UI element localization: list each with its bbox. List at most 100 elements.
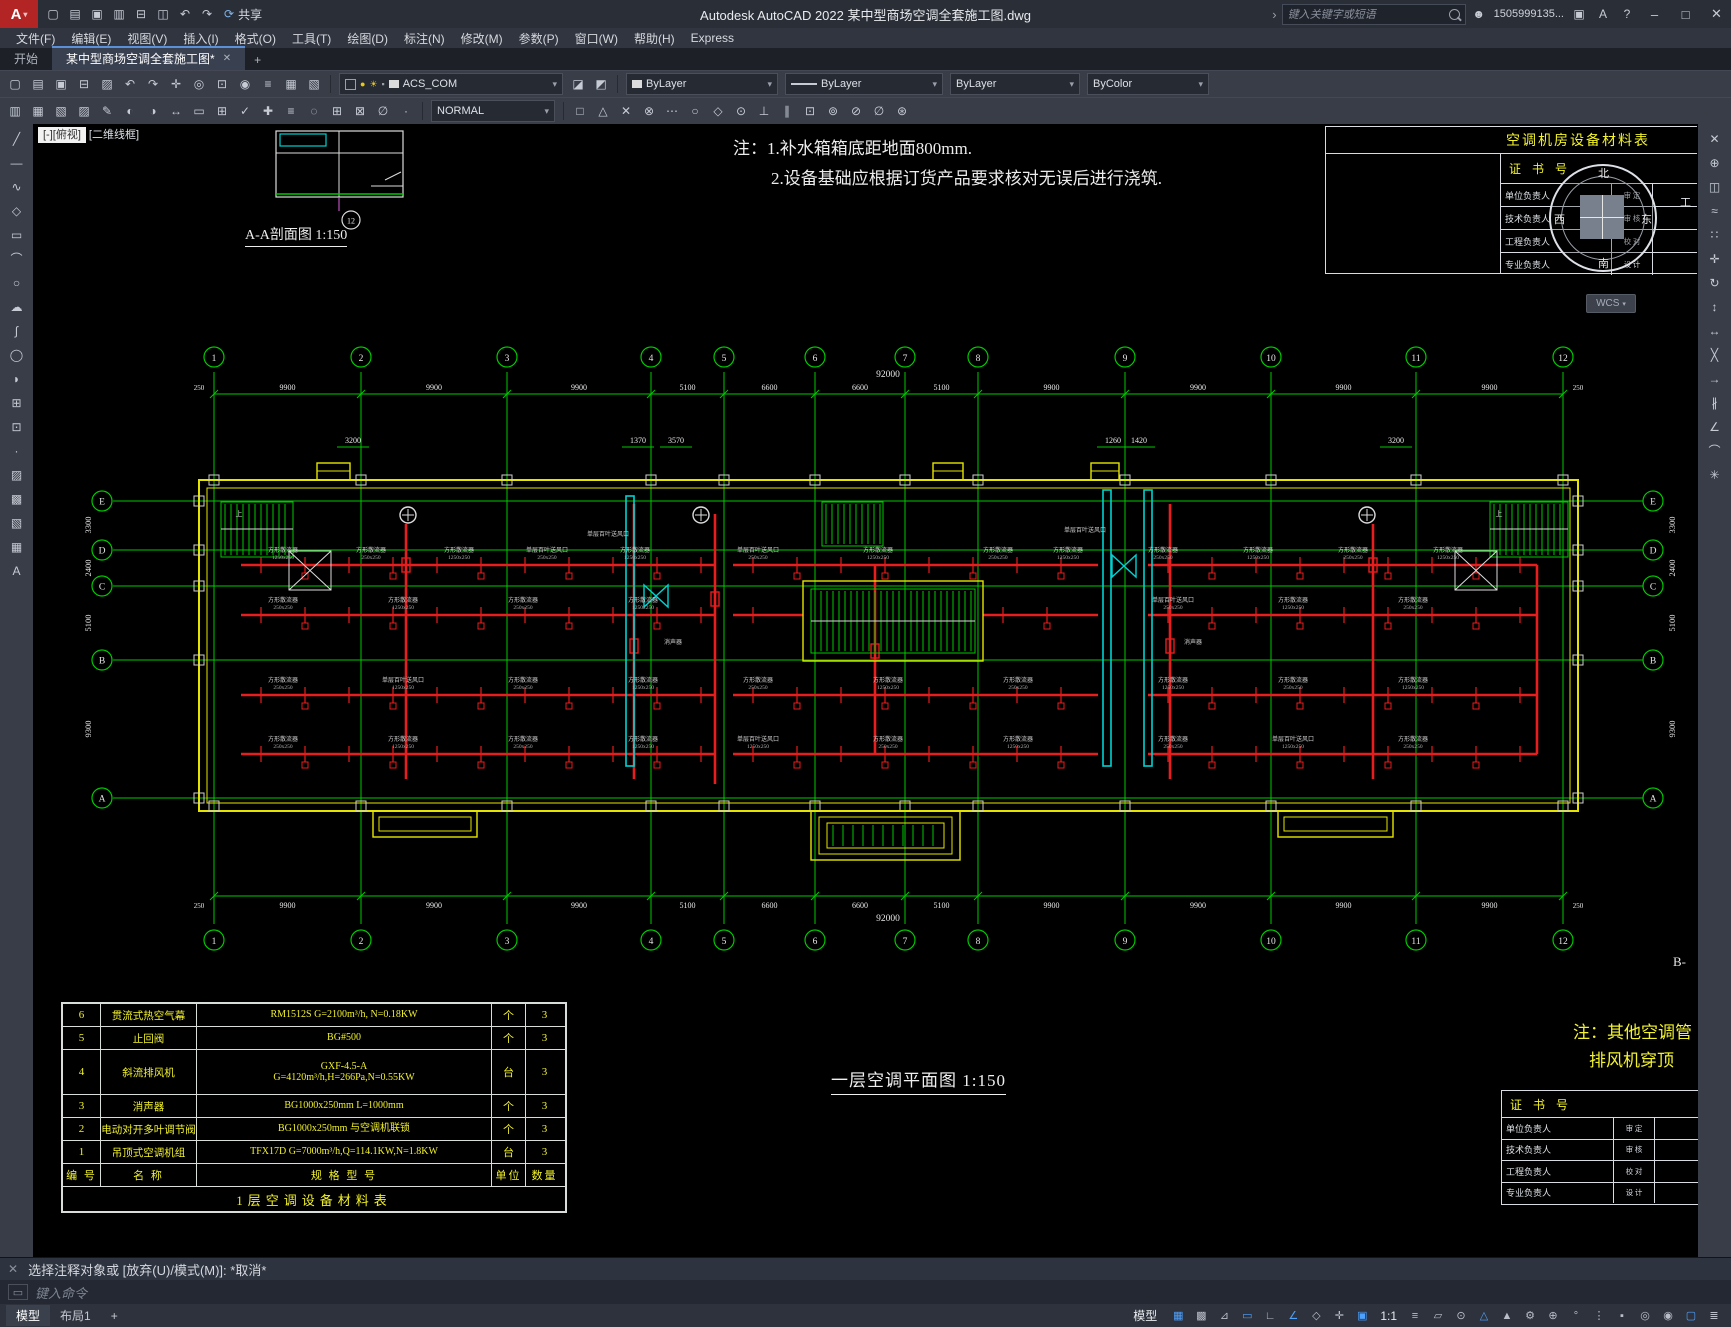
model-space-button[interactable]: 模型 xyxy=(1125,1307,1165,1324)
stretch-icon[interactable]: ↔ xyxy=(1703,320,1727,341)
snap-intersection-icon[interactable]: ✕ xyxy=(615,101,637,122)
transparency-icon[interactable]: ▱ xyxy=(1427,1306,1449,1325)
drawing-canvas[interactable]: 1 1 2 2 3 3 4 4 5 5 6 6 7 7 8 8 9 9 10 10 11 11 12 12 E E D D C C B B A A… xyxy=(33,124,1698,1257)
snap-insertion-icon[interactable]: ⊡ xyxy=(799,101,821,122)
menu-express[interactable]: Express xyxy=(683,31,742,45)
match-properties-icon[interactable]: ▨ xyxy=(96,74,118,95)
snap-apparent-icon[interactable]: ⊗ xyxy=(638,101,660,122)
zoom-realtime-icon[interactable]: ◎ xyxy=(188,74,210,95)
point-style-icon[interactable]: · xyxy=(395,101,417,122)
new-tab-button[interactable]: + xyxy=(245,51,270,70)
line-icon[interactable]: ╱ xyxy=(5,128,29,149)
object-snap-icon[interactable]: ▣ xyxy=(1351,1306,1373,1325)
close-icon[interactable]: ✕ xyxy=(8,1262,18,1276)
infer-constraints-icon[interactable]: ⊿ xyxy=(1213,1306,1235,1325)
menu-parametric[interactable]: 参数(P) xyxy=(511,30,567,47)
menu-tools[interactable]: 工具(T) xyxy=(284,30,339,47)
menu-window[interactable]: 窗口(W) xyxy=(567,30,626,47)
isometric-drafting-icon[interactable]: ◇ xyxy=(1305,1306,1327,1325)
measure-icon[interactable]: ∅ xyxy=(372,101,394,122)
units-icon[interactable]: ° xyxy=(1565,1306,1587,1325)
ungroup-icon[interactable]: ⊠ xyxy=(349,101,371,122)
wcs-indicator[interactable]: WCS ▾ xyxy=(1586,294,1636,313)
command-window[interactable]: ✕ 选择注释对象或 [放弃(U)/模式(M)]: *取消* ▭ 键入命令 xyxy=(0,1257,1731,1304)
snap-node-icon[interactable]: ⊚ xyxy=(822,101,844,122)
layer-previous-icon[interactable]: ◩ xyxy=(590,74,612,95)
snap-none-icon[interactable]: ∅ xyxy=(868,101,890,122)
move-icon[interactable]: ✛ xyxy=(1703,248,1727,269)
tab-close-icon[interactable]: ✕ xyxy=(223,53,231,64)
annotation-visibility-icon[interactable]: △ xyxy=(1473,1306,1495,1325)
annotation-scale-value[interactable]: 1:1 xyxy=(1375,1309,1402,1323)
workspace-icon[interactable]: ⚙ xyxy=(1519,1306,1541,1325)
maximize-button[interactable]: □ xyxy=(1671,0,1700,28)
zoom-previous-icon[interactable]: ◉ xyxy=(234,74,256,95)
color-dropdown[interactable]: ByLayer ▾ xyxy=(626,73,778,95)
gradient-icon[interactable]: ▩ xyxy=(5,488,29,509)
extend-icon[interactable]: → xyxy=(1703,368,1727,389)
redo-icon[interactable]: ↷ xyxy=(196,4,218,25)
search-icon[interactable] xyxy=(1448,8,1460,20)
help-icon[interactable]: ? xyxy=(1616,4,1638,25)
insert-block-icon[interactable]: ⊞ xyxy=(5,392,29,413)
snap-tangent-icon[interactable]: ⊙ xyxy=(730,101,752,122)
lineweight-icon[interactable]: ≡ xyxy=(1404,1306,1426,1325)
expand-icon[interactable]: › xyxy=(1269,7,1279,22)
menu-modify[interactable]: 修改(M) xyxy=(453,30,511,47)
new-file-icon[interactable]: ▢ xyxy=(42,4,64,25)
construction-line-icon[interactable]: — xyxy=(5,152,29,173)
open-file-icon[interactable]: ▤ xyxy=(27,74,49,95)
layer-dropdown[interactable]: ● ☀ ▪ ACS_COM ▾ xyxy=(339,73,563,95)
open-file-icon[interactable]: ▤ xyxy=(64,4,86,25)
snap-midpoint-icon[interactable]: △ xyxy=(592,101,614,122)
viewport-menu-button[interactable]: [-][俯视] xyxy=(38,127,86,143)
menu-dimension[interactable]: 标注(N) xyxy=(396,30,453,47)
snap-quadrant-icon[interactable]: ◇ xyxy=(707,101,729,122)
circle-icon[interactable]: ○ xyxy=(5,272,29,293)
isolate-objects-icon[interactable]: ◎ xyxy=(1634,1306,1656,1325)
close-button[interactable]: ✕ xyxy=(1702,0,1731,28)
table-icon[interactable]: ▦ xyxy=(5,536,29,557)
autodesk-account-icon[interactable]: A xyxy=(1592,4,1614,25)
chamfer-icon[interactable]: ∠ xyxy=(1703,416,1727,437)
ortho-icon[interactable]: ∟ xyxy=(1259,1306,1281,1325)
clean-screen-icon[interactable]: ▢ xyxy=(1680,1306,1702,1325)
layout1-tab[interactable]: 布局1 xyxy=(50,1305,101,1326)
polygon-icon[interactable]: ◇ xyxy=(5,200,29,221)
markup-icon[interactable]: ✎ xyxy=(96,101,118,122)
snap-center-icon[interactable]: ○ xyxy=(684,101,706,122)
snap-extension-icon[interactable]: ⋯ xyxy=(661,101,683,122)
menu-format[interactable]: 格式(O) xyxy=(227,30,284,47)
zoom-window-icon[interactable]: ⊡ xyxy=(211,74,233,95)
save-as-icon[interactable]: ▥ xyxy=(108,4,130,25)
save-icon[interactable]: ▣ xyxy=(50,74,72,95)
app-store-icon[interactable]: ▣ xyxy=(1568,4,1590,25)
snap-parallel-icon[interactable]: ∥ xyxy=(776,101,798,122)
new-file-icon[interactable]: ▢ xyxy=(4,74,26,95)
region-icon[interactable]: ▧ xyxy=(5,512,29,533)
minimize-button[interactable]: – xyxy=(1640,0,1669,28)
snap-mode-icon[interactable]: ▩ xyxy=(1190,1306,1212,1325)
signed-in-user[interactable]: 1505999135... xyxy=(1492,8,1566,20)
ellipse-icon[interactable]: ◯ xyxy=(5,344,29,365)
save-icon[interactable]: ▣ xyxy=(86,4,108,25)
layer-walk-icon[interactable]: ▧ xyxy=(303,74,325,95)
tab-drawing[interactable]: 某中型商场空调全套施工图* ✕ xyxy=(52,46,246,70)
user-icon[interactable]: ☻ xyxy=(1468,4,1490,25)
visual-style-control[interactable]: [二维线框] xyxy=(89,127,139,143)
explode-icon[interactable]: ✳ xyxy=(1703,464,1727,485)
mtext-icon[interactable]: A xyxy=(5,560,29,581)
render-icon[interactable]: ◐ xyxy=(119,101,141,122)
hatch-icon[interactable]: ▨ xyxy=(5,464,29,485)
rotate-icon[interactable]: ↻ xyxy=(1703,272,1727,293)
ellipse-arc-icon[interactable]: ◗ xyxy=(5,368,29,389)
scale-icon[interactable]: ↕ xyxy=(1703,296,1727,317)
menu-edit[interactable]: 编辑(E) xyxy=(63,30,119,47)
offset-icon[interactable]: ≈ xyxy=(1703,200,1727,221)
copy-icon[interactable]: ⊕ xyxy=(1703,152,1727,173)
dynamic-input-icon[interactable]: ▭ xyxy=(1236,1306,1258,1325)
search-box[interactable]: 键入关键字或短语 xyxy=(1281,3,1466,25)
application-menu-button[interactable]: A ▾ xyxy=(0,0,38,28)
style-dropdown[interactable]: NORMAL ▾ xyxy=(431,100,555,122)
layer-states-icon[interactable]: ▦ xyxy=(280,74,302,95)
